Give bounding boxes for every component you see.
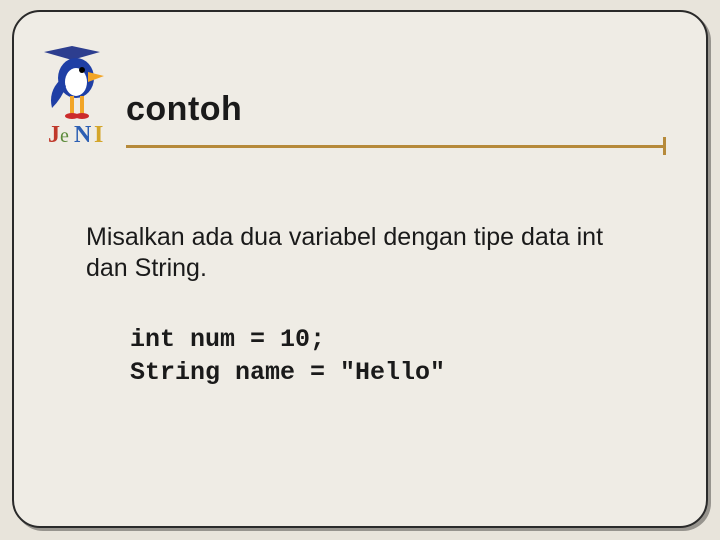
title-underline [126, 139, 666, 157]
code-line-2: String name = "Hello" [130, 358, 445, 387]
svg-text:I: I [94, 122, 103, 148]
code-line-1: int num = 10; [130, 325, 325, 354]
underline-bar [126, 145, 666, 148]
svg-text:N: N [74, 122, 92, 148]
jeni-mascot-logo: J e N I [42, 38, 120, 156]
code-block: int num = 10; String name = "Hello" [130, 324, 646, 389]
svg-text:J: J [48, 122, 60, 148]
slide-title: contoh [126, 90, 666, 129]
slide-paragraph: Misalkan ada dua variabel dengan tipe da… [86, 222, 646, 285]
svg-text:e: e [60, 125, 69, 147]
underline-tick [663, 137, 666, 155]
logo-icon: J e N I [42, 38, 120, 156]
slide-frame: J e N I contoh Misalkan ada dua variabel… [12, 10, 708, 528]
slide-header: contoh [126, 90, 666, 157]
